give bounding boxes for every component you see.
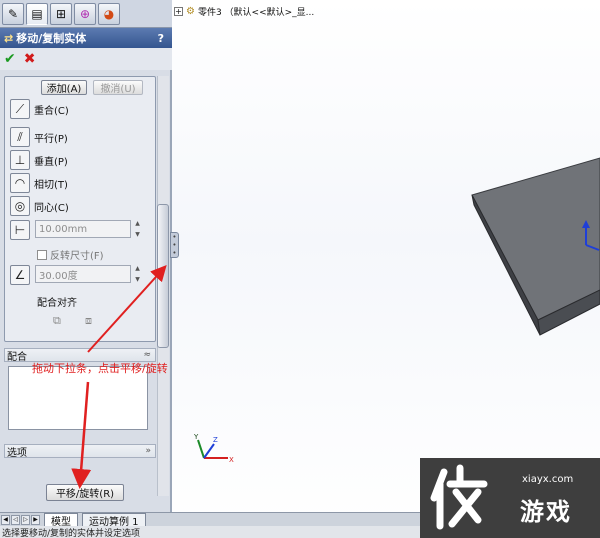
next-tab-icon[interactable]: ▷ [21,514,30,525]
watermark-text: 游戏 [520,498,572,526]
annotation-text: 拖动下拉条，点击平移/旋转 [32,362,168,375]
prev-tab-icon[interactable]: ◁ [11,514,20,525]
last-tab-icon[interactable]: ▶ [31,514,40,525]
watermark-logo [430,464,488,530]
model-tabs-bar: ◀ ◁ ▷ ▶ 模型 运动算例 1 [0,512,420,528]
status-bar: 选择要移动/复制的实体并设定选项 [0,526,420,538]
first-tab-icon[interactable]: ◀ [1,514,10,525]
tab-motion-study[interactable]: 运动算例 1 [82,513,146,528]
watermark-url: xiayx.com [522,474,574,485]
tab-model[interactable]: 模型 [44,513,78,528]
